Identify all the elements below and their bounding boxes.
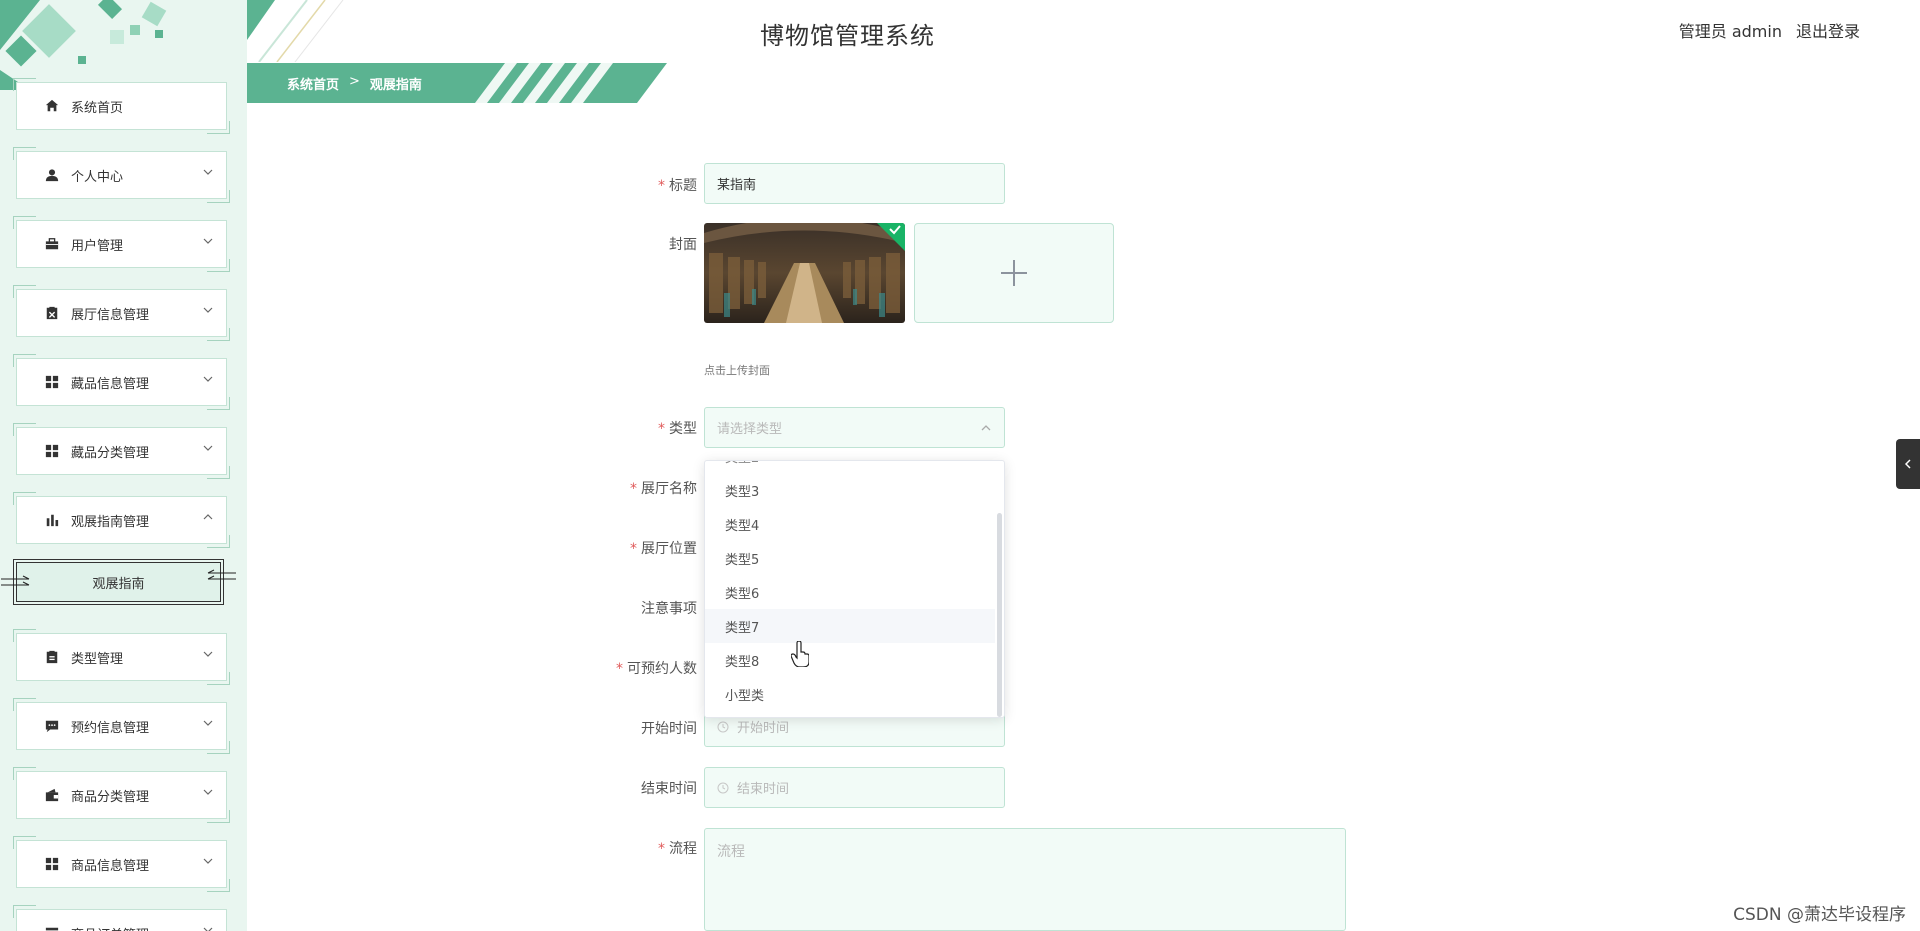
sidebar-item-3[interactable]: 用户管理: [13, 216, 230, 272]
cover-image[interactable]: [704, 223, 905, 323]
required-mark: *: [616, 661, 623, 677]
notes-label: 注意事项: [641, 601, 697, 617]
sidebar: 系统首页个人中心用户管理展厅信息管理 藏品信息管理 藏品分类管理 观展指南管理 类型管理…: [0, 0, 247, 931]
process-label: * 流程: [658, 841, 697, 857]
dropdown-option[interactable]: 类型7: [705, 609, 995, 643]
cover-label: 封面: [669, 237, 697, 253]
sidebar-item-8[interactable]: 类型管理: [13, 629, 230, 685]
end-time-input[interactable]: 结束时间: [704, 767, 1005, 808]
clipboard-icon: [44, 649, 60, 665]
dropdown-option[interactable]: 类型4: [705, 507, 995, 541]
user-icon: [44, 167, 60, 183]
title-label: * 标题: [658, 178, 697, 194]
chevron-down-icon: [202, 648, 214, 660]
breadcrumb-separator: >: [349, 74, 360, 89]
logout-link[interactable]: 退出登录: [1796, 18, 1860, 42]
breadcrumb: 系统首页 > 观展指南: [287, 74, 422, 93]
required-mark: *: [630, 541, 637, 557]
upload-hint: 点击上传封面: [704, 364, 770, 377]
chevron-down-icon: [202, 855, 214, 867]
dropdown-option-partial[interactable]: 类型2: [705, 461, 995, 473]
chevron-left-icon: [1904, 459, 1911, 469]
chevron-down-icon: [202, 235, 214, 247]
required-mark: *: [658, 421, 665, 437]
user-area: 管理员 admin 退出登录: [1679, 18, 1860, 42]
upload-cover-button[interactable]: [914, 223, 1114, 323]
required-mark: *: [630, 481, 637, 497]
type-dropdown: 类型2 类型3类型4类型5类型6类型7类型8小型类: [704, 460, 1005, 718]
chevron-down-icon: [202, 166, 214, 178]
sidebar-item-2[interactable]: 个人中心: [13, 147, 230, 203]
arrow-left-icon: [207, 569, 236, 580]
grid-icon: [44, 856, 60, 872]
sidebar-item-10[interactable]: 商品分类管理: [13, 767, 230, 823]
sidebar-item-11[interactable]: 商品信息管理: [13, 836, 230, 892]
sidebar-decoration: [0, 0, 247, 90]
briefcase-icon: [44, 236, 60, 252]
chat-icon: [44, 718, 60, 734]
chevron-down-icon: [202, 373, 214, 385]
grid-icon: [44, 374, 60, 390]
chevron-up-icon: [202, 511, 214, 523]
hand-cursor-icon: [791, 641, 809, 667]
chevron-down-icon: [202, 442, 214, 454]
side-collapse-tab[interactable]: [1896, 439, 1920, 489]
chevron-down-icon: [202, 786, 214, 798]
home-icon: [44, 98, 60, 114]
type-select[interactable]: 请选择类型: [704, 407, 1005, 448]
plus-icon: [1001, 260, 1027, 286]
sidebar-subitem-label: 观展指南: [92, 576, 145, 592]
type-label: * 类型: [658, 421, 697, 437]
title-input[interactable]: 某指南: [704, 163, 1005, 204]
chevron-up-icon: [981, 425, 991, 431]
sidebar-item-9[interactable]: 预约信息管理: [13, 698, 230, 754]
end-time-label: 结束时间: [641, 781, 697, 797]
hall-location-label: * 展厅位置: [630, 541, 697, 557]
dropdown-option[interactable]: 类型5: [705, 541, 995, 575]
capacity-label: * 可预约人数: [616, 661, 697, 677]
header-decoration: [247, 0, 344, 62]
sidebar-item-label: 系统首页: [71, 100, 124, 116]
grid-icon: [44, 443, 60, 459]
dropdown-option[interactable]: 小型类: [705, 677, 995, 711]
hall-name-label: * 展厅名称: [630, 481, 697, 497]
sidebar-item-6[interactable]: 藏品分类管理: [13, 423, 230, 479]
sidebar-item-5[interactable]: 藏品信息管理: [13, 354, 230, 410]
arrow-right-icon: [1, 575, 30, 586]
sidebar-item-4[interactable]: 展厅信息管理: [13, 285, 230, 341]
chevron-down-icon: [202, 717, 214, 729]
breadcrumb-home[interactable]: 系统首页: [287, 74, 339, 93]
list-icon: [44, 925, 60, 931]
user-label: 管理员 admin: [1678, 22, 1782, 41]
breadcrumb-current: 观展指南: [369, 78, 422, 93]
chevron-down-icon: [202, 304, 214, 316]
app-title: 博物馆管理系统: [760, 22, 935, 50]
process-textarea[interactable]: 流程: [704, 828, 1346, 931]
main-area: 博物馆管理系统 管理员 admin 退出登录 系统首页 > 观展指南 * 标题 某…: [247, 0, 1920, 931]
clipboard-x-icon: [44, 305, 60, 321]
chevron-down-icon: [202, 924, 214, 931]
dropdown-option[interactable]: 类型8: [705, 643, 995, 677]
sidebar-item-1[interactable]: 系统首页: [13, 78, 230, 134]
clock-icon: [717, 782, 729, 793]
bar-chart-icon: [44, 512, 60, 528]
start-time-label: 开始时间: [641, 721, 697, 737]
required-mark: *: [658, 178, 665, 194]
dropdown-scrollbar[interactable]: [997, 513, 1002, 717]
sidebar-item-7[interactable]: 观展指南管理: [13, 492, 230, 548]
clock-icon: [717, 721, 729, 732]
dropdown-option[interactable]: 类型3: [705, 473, 995, 507]
dropdown-option[interactable]: 类型6: [705, 575, 995, 609]
sidebar-item-12[interactable]: 商品订单管理: [13, 905, 227, 931]
sidebar-subitem-guide[interactable]: 观展指南: [1, 559, 236, 605]
wallet-icon: [44, 787, 60, 803]
watermark: CSDN @萧达毕设程序: [1733, 905, 1906, 925]
required-mark: *: [658, 841, 665, 857]
